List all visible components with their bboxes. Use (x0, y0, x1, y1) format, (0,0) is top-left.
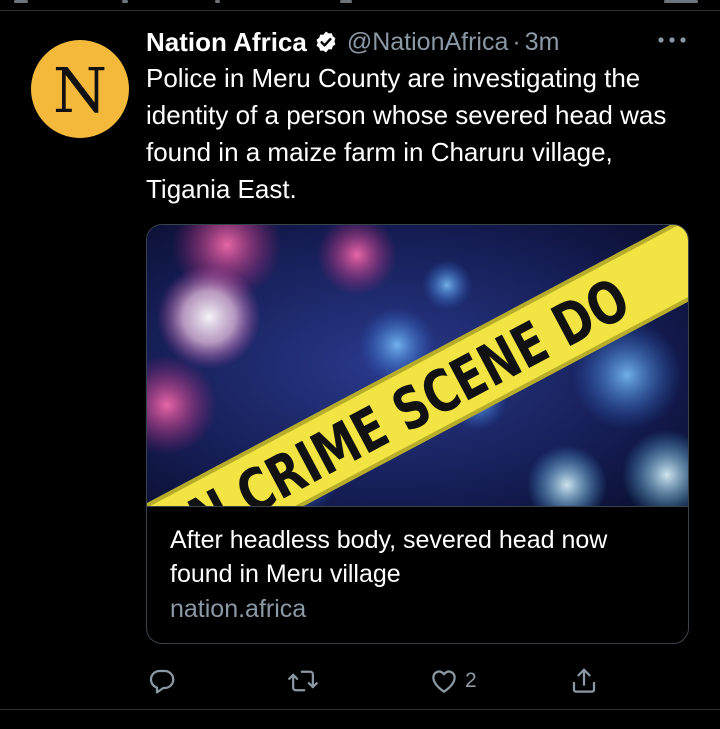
retweet-icon (288, 670, 318, 692)
share-button[interactable] (569, 664, 605, 698)
like-count: 2 (465, 669, 477, 692)
card-title[interactable]: After headless body, severed head now fo… (170, 523, 670, 591)
card-image[interactable]: N CRIME SCENE DO (147, 225, 688, 507)
bottom-divider (0, 709, 720, 710)
avatar-letter: N (52, 54, 108, 127)
share-icon (572, 668, 596, 693)
handle[interactable]: @NationAfrica (347, 28, 509, 57)
more-options-icon[interactable] (656, 32, 688, 48)
top-divider (0, 0, 720, 11)
avatar[interactable]: N (31, 40, 129, 138)
tweet-header: Nation Africa @NationAfrica · 3m (146, 26, 559, 58)
card-domain[interactable]: nation.africa (170, 592, 306, 626)
verified-badge-icon (316, 31, 336, 53)
link-card[interactable]: N CRIME SCENE DO After headless body, se… (146, 224, 689, 644)
reply-icon (149, 669, 175, 694)
retweet-button[interactable] (287, 664, 325, 698)
separator-dot: · (512, 27, 521, 56)
tweet[interactable]: N Nation Africa @NationAfrica · 3m Polic… (0, 11, 720, 709)
timestamp[interactable]: 3m (525, 28, 560, 57)
reply-button[interactable] (147, 664, 183, 698)
heart-icon (432, 670, 456, 693)
like-button[interactable]: 2 (429, 664, 477, 698)
display-name[interactable]: Nation Africa (146, 27, 307, 58)
tweet-text: Police in Meru County are investigating … (146, 63, 667, 204)
